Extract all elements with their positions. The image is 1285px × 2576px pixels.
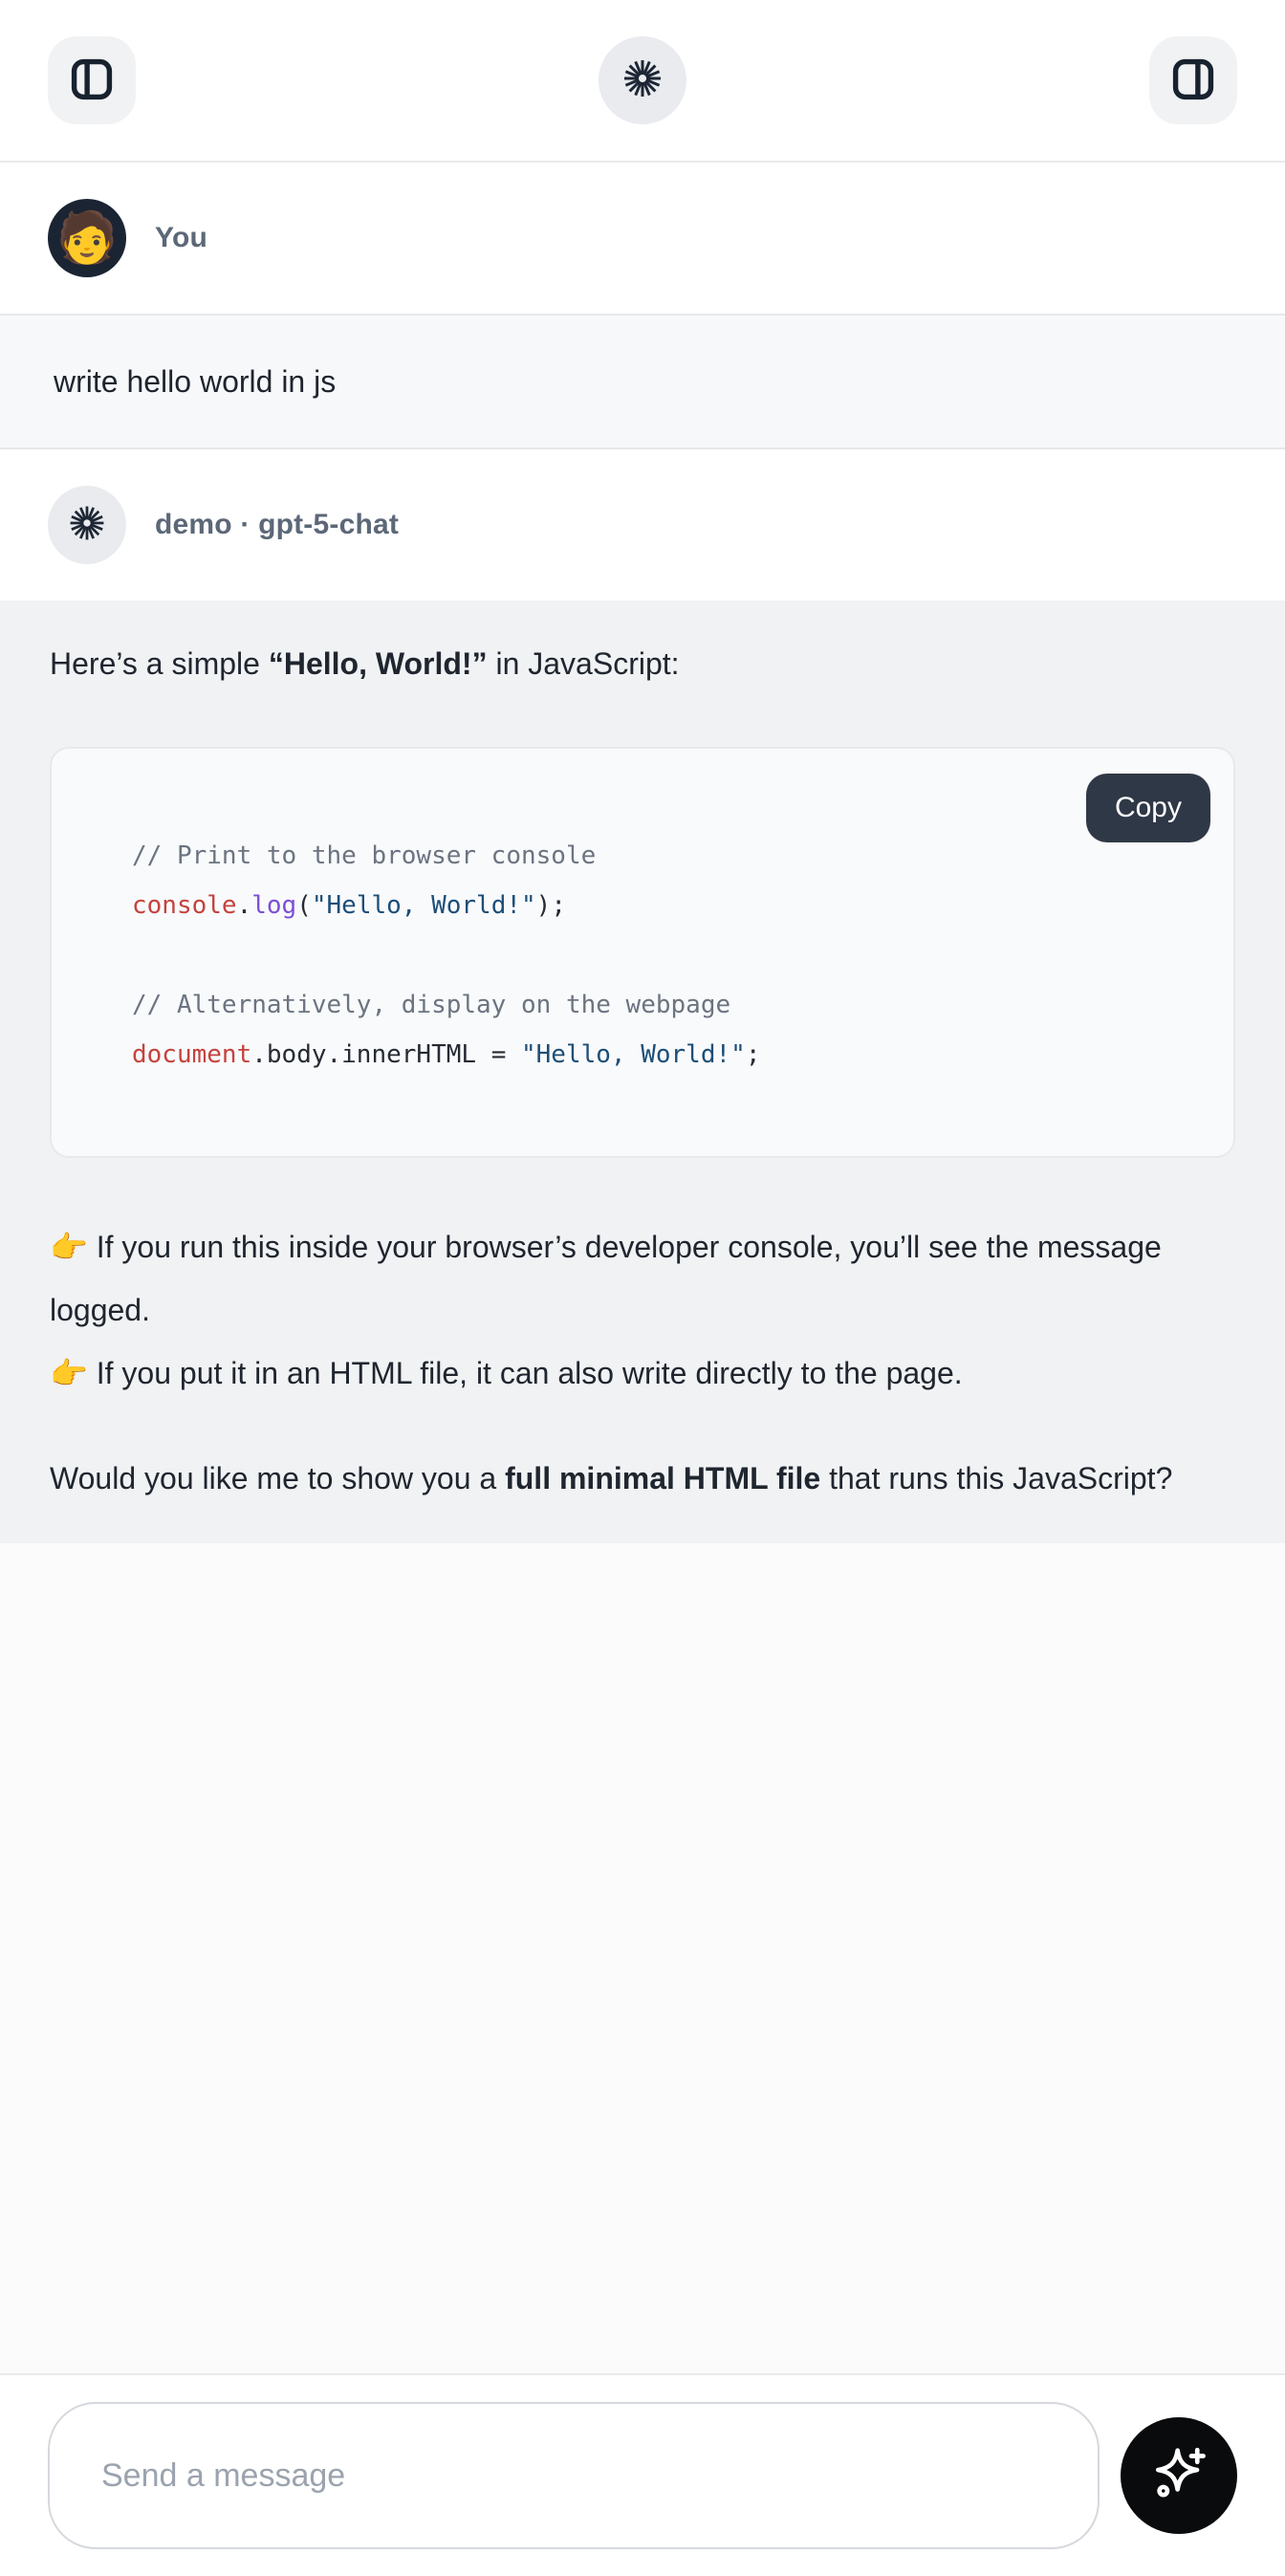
code-line <box>132 930 1195 980</box>
intro-suffix: in JavaScript: <box>488 646 680 681</box>
user-message: write hello world in js <box>0 314 1285 449</box>
assistant-message: Here’s a simple “Hello, World!” in JavaS… <box>0 600 1285 1543</box>
code-token: document <box>132 1040 251 1069</box>
copy-button[interactable]: Copy <box>1086 774 1210 842</box>
panel-right-icon <box>1168 55 1218 107</box>
code-token: console <box>132 891 237 920</box>
code-line: // Alternatively, display on the webpage <box>132 980 1195 1030</box>
assistant-avatar <box>48 486 126 564</box>
starburst-icon <box>66 502 108 549</box>
code-block: Copy // Print to the browser console cons… <box>50 747 1235 1158</box>
closing-suffix: that runs this JavaScript? <box>820 1461 1172 1495</box>
code-token: ( <box>296 891 312 920</box>
code-token: "Hello, World!" <box>521 1040 746 1069</box>
code-token: "Hello, World!" <box>312 891 536 920</box>
top-bar <box>0 0 1285 163</box>
code-line: // Print to the browser console <box>132 831 1195 881</box>
starburst-logo-icon <box>620 55 665 106</box>
code-token: ); <box>536 891 566 920</box>
user-avatar: 🧑 <box>48 199 126 277</box>
code-token: .body.innerHTML = <box>251 1040 521 1069</box>
user-sender-name: You <box>155 222 207 254</box>
composer-bar <box>0 2373 1285 2576</box>
user-sender-row: 🧑 You <box>0 163 1285 314</box>
assistant-closing-paragraph: Would you like me to show you a full min… <box>50 1447 1235 1510</box>
intro-bold: “Hello, World!” <box>269 646 488 681</box>
user-message-text: write hello world in js <box>54 364 336 400</box>
closing-bold: full minimal HTML file <box>505 1461 820 1495</box>
assistant-sender-row: demo · gpt-5-chat <box>0 449 1285 600</box>
code-token: . <box>237 891 252 920</box>
note-line: 👉 If you put it in an HTML file, it can … <box>50 1342 1235 1405</box>
note-line: 👉 If you run this inside your browser’s … <box>50 1215 1235 1342</box>
assistant-sender-name: demo · gpt-5-chat <box>155 509 399 541</box>
code-token: ; <box>746 1040 761 1069</box>
app-logo <box>599 36 686 124</box>
person-emoji-icon: 🧑 <box>56 213 119 263</box>
closing-prefix: Would you like me to show you a <box>50 1461 505 1495</box>
assistant-notes-paragraph: 👉 If you run this inside your browser’s … <box>50 1215 1235 1405</box>
intro-prefix: Here’s a simple <box>50 646 269 681</box>
panel-left-icon <box>67 55 117 107</box>
right-panel-toggle-button[interactable] <box>1149 36 1237 124</box>
send-button[interactable] <box>1121 2417 1237 2534</box>
code-line: document.body.innerHTML = "Hello, World!… <box>132 1030 1195 1080</box>
message-input[interactable] <box>48 2402 1100 2549</box>
sparkles-icon <box>1147 2443 1210 2509</box>
code-content: // Print to the browser console console.l… <box>132 831 1195 1080</box>
code-token: // Print to the browser console <box>132 841 596 870</box>
sidebar-toggle-button[interactable] <box>48 36 136 124</box>
code-token: // Alternatively, display on the webpage <box>132 991 730 1019</box>
assistant-intro-paragraph: Here’s a simple “Hello, World!” in JavaS… <box>50 632 1235 695</box>
code-line: console.log("Hello, World!"); <box>132 881 1195 930</box>
chat-empty-area <box>0 1543 1285 2373</box>
code-token: log <box>251 891 296 920</box>
